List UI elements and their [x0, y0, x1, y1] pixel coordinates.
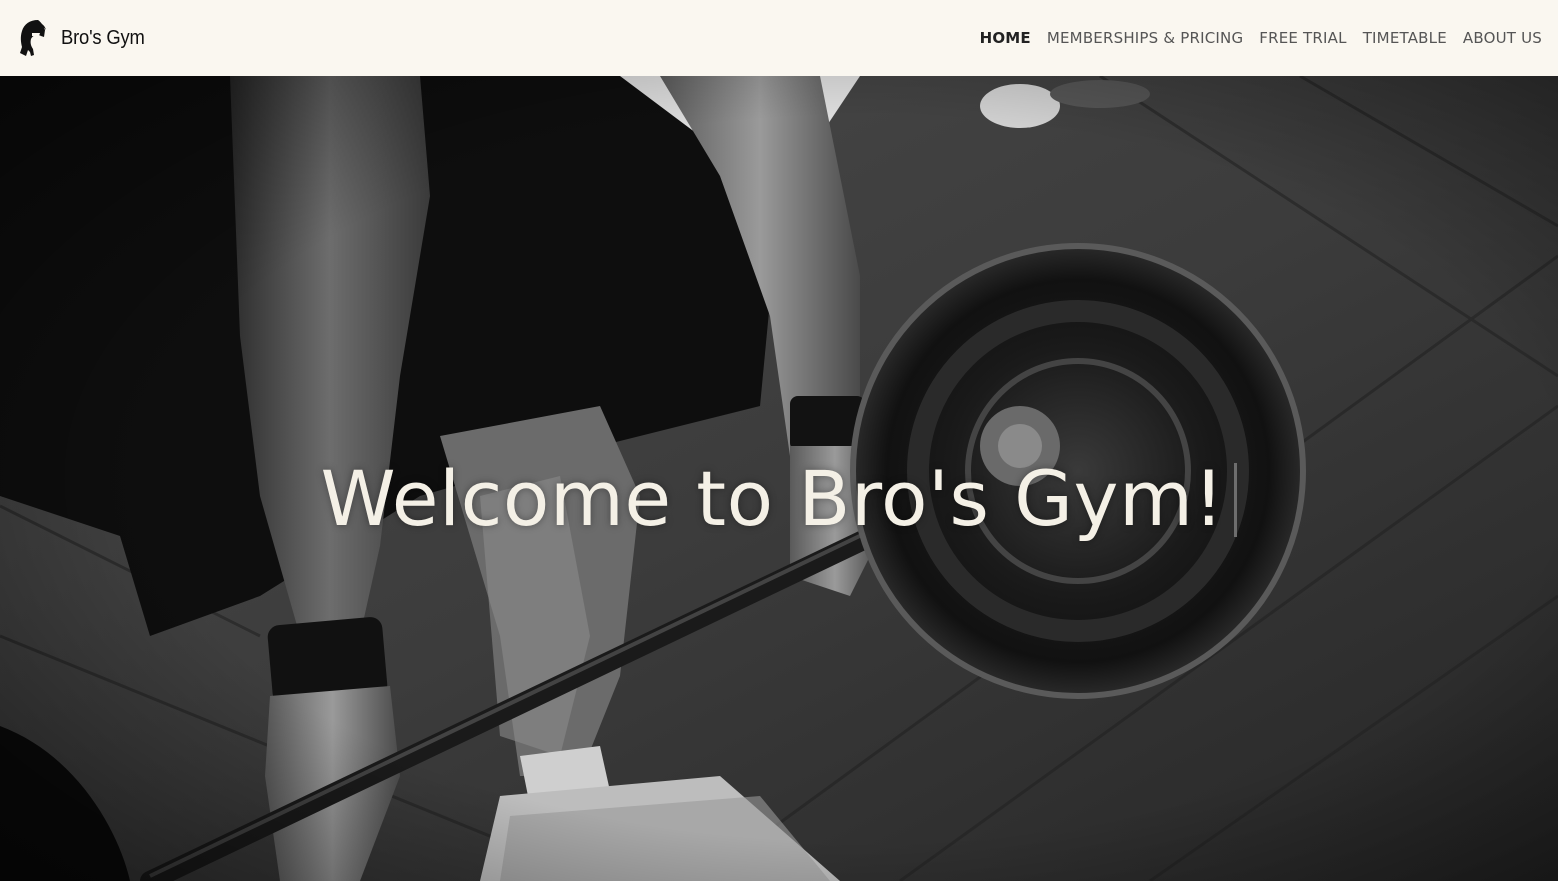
- spartan-helmet-icon: [20, 20, 46, 56]
- hero-title-container: Welcome to Bro's Gym!: [0, 461, 1558, 541]
- hero-title: Welcome to Bro's Gym!: [321, 461, 1238, 541]
- nav-link-home[interactable]: HOME: [980, 29, 1031, 47]
- hero-title-text: Welcome to Bro's Gym!: [320, 454, 1225, 543]
- hero-section: Welcome to Bro's Gym!: [0, 76, 1558, 881]
- nav-link-free-trial[interactable]: FREE TRIAL: [1259, 29, 1346, 47]
- brand-name: Bro's Gym: [61, 26, 145, 49]
- nav-list: HOME MEMBERSHIPS & PRICING FREE TRIAL TI…: [964, 29, 1542, 48]
- typing-caret: [1234, 463, 1238, 537]
- nav-link-about-us[interactable]: ABOUT US: [1463, 29, 1542, 47]
- main-nav: HOME MEMBERSHIPS & PRICING FREE TRIAL TI…: [964, 29, 1542, 48]
- nav-link-memberships-pricing[interactable]: MEMBERSHIPS & PRICING: [1047, 29, 1243, 47]
- nav-link-timetable[interactable]: TIMETABLE: [1363, 29, 1447, 47]
- navbar: Bro's Gym HOME MEMBERSHIPS & PRICING FRE…: [0, 0, 1558, 76]
- brand-home-link[interactable]: Bro's Gym: [18, 19, 152, 57]
